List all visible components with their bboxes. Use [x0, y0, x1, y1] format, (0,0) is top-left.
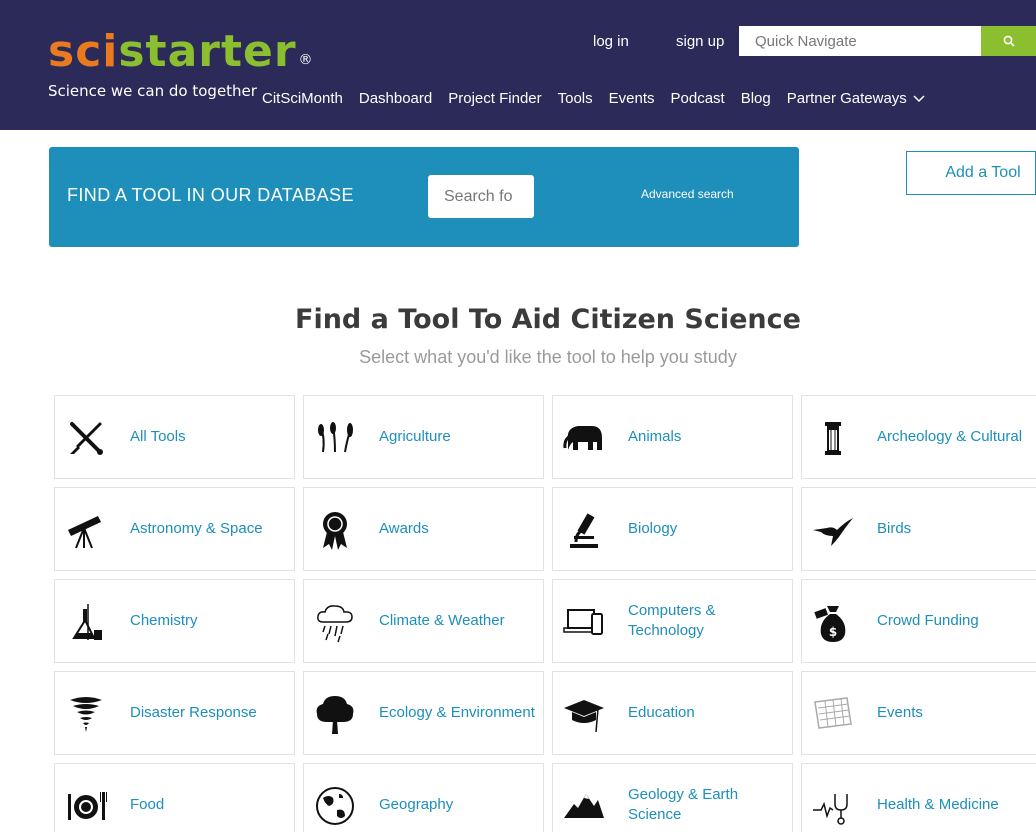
microscope-icon [560, 506, 608, 554]
category-card-geology-earth-science[interactable]: Geology & Earth Science [552, 763, 793, 832]
category-card-biology[interactable]: Biology [552, 487, 793, 571]
category-card-events[interactable]: Events [801, 671, 1036, 755]
svg-text:$: $ [829, 625, 837, 639]
category-label: Birds [877, 520, 912, 537]
category-card-chemistry[interactable]: Chemistry [54, 579, 295, 663]
quick-navigate-search-button[interactable] [981, 26, 1036, 56]
column-icon [809, 414, 857, 462]
category-card-archeology-cultural[interactable]: Archeology & Cultural [801, 395, 1036, 479]
category-card-birds[interactable]: Birds [801, 487, 1036, 571]
category-card-ecology-environment[interactable]: Ecology & Environment [303, 671, 544, 755]
category-card-computers-technology[interactable]: Computers & Technology [552, 579, 793, 663]
nav-blog[interactable]: Blog [741, 90, 771, 107]
page-subtitle: Select what you'd like the tool to help … [359, 347, 737, 367]
tree-icon [311, 690, 359, 738]
scistarter-logo[interactable]: scistarter ® [48, 28, 314, 76]
globe-icon [311, 782, 359, 830]
advanced-search-link[interactable]: Advanced search [641, 187, 734, 201]
category-label: Ecology & Environment [379, 704, 535, 721]
nav-dashboard[interactable]: Dashboard [359, 90, 432, 107]
logo-registered-mark: ® [298, 52, 314, 68]
nav-events[interactable]: Events [609, 90, 655, 107]
category-label: Climate & Weather [379, 612, 505, 629]
nav-podcast[interactable]: Podcast [671, 90, 725, 107]
category-card-all-tools[interactable]: All Tools [54, 395, 295, 479]
award-ribbon-icon [311, 506, 359, 554]
chevron-down-icon [913, 90, 925, 107]
logo-tagline: Science we can do together [48, 82, 257, 100]
category-label: Geology & Earth Science [628, 786, 739, 823]
category-card-animals[interactable]: Animals [552, 395, 793, 479]
nav-partner-gateways-label: Partner Gateways [786, 90, 907, 107]
category-label: Food [130, 796, 165, 813]
category-label: Chemistry [130, 612, 198, 629]
category-label: Agriculture [379, 428, 451, 445]
category-card-astronomy-space[interactable]: Astronomy & Space [54, 487, 295, 571]
nav-project-finder[interactable]: Project Finder [448, 90, 541, 107]
category-label: Crowd Funding [877, 612, 979, 629]
login-link[interactable]: log in [593, 33, 629, 50]
category-card-agriculture[interactable]: Agriculture [303, 395, 544, 479]
mountains-icon [560, 782, 608, 830]
tools-icon [62, 414, 110, 462]
category-card-food[interactable]: Food [54, 763, 295, 832]
flask-icon [62, 598, 110, 646]
graduation-cap-icon [560, 690, 608, 738]
category-label: Health & Medicine [877, 796, 999, 813]
category-label: Awards [379, 520, 429, 537]
category-card-climate-weather[interactable]: Climate & Weather [303, 579, 544, 663]
category-card-education[interactable]: Education [552, 671, 793, 755]
wheat-icon [311, 414, 359, 462]
main-navigation: CitSciMonth Dashboard Project Finder Too… [262, 90, 925, 107]
category-label: Education [628, 704, 695, 721]
telescope-icon [62, 506, 110, 554]
tool-search-input[interactable] [428, 175, 534, 218]
category-label: Events [877, 704, 923, 721]
category-label: All Tools [130, 428, 186, 445]
category-label: Computers & Technology [628, 602, 716, 639]
nav-partner-gateways[interactable]: Partner Gateways [787, 90, 925, 107]
calendar-icon [809, 690, 857, 738]
category-label: Archeology & Cultural [877, 428, 1023, 445]
category-label: Geography [379, 796, 454, 813]
hummingbird-icon [809, 506, 857, 554]
category-card-crowd-funding[interactable]: $ Crowd Funding [801, 579, 1036, 663]
tornado-icon [62, 690, 110, 738]
category-card-geography[interactable]: Geography [303, 763, 544, 832]
quick-navigate-input[interactable] [739, 26, 981, 56]
elephant-icon [560, 414, 608, 462]
category-card-health-medicine[interactable]: Health & Medicine [801, 763, 1036, 832]
category-card-disaster-response[interactable]: Disaster Response [54, 671, 295, 755]
page-title: Find a Tool To Aid Citizen Science [295, 304, 801, 335]
signup-link[interactable]: sign up [676, 33, 724, 50]
banner-title: FIND A TOOL IN OUR DATABASE [67, 185, 354, 205]
category-label: Animals [628, 428, 682, 445]
nav-citscimonth[interactable]: CitSciMonth [262, 90, 343, 107]
tool-search-banner: FIND A TOOL IN OUR DATABASE Advanced sea… [49, 147, 799, 247]
rain-cloud-icon [311, 598, 359, 646]
stethoscope-icon [809, 782, 857, 830]
devices-icon [560, 598, 608, 646]
category-label: Biology [628, 520, 678, 537]
category-label: Astronomy & Space [130, 520, 263, 537]
money-bag-icon: $ [809, 598, 857, 646]
category-label: Disaster Response [130, 704, 257, 721]
logo-sci: sci [48, 26, 119, 77]
category-card-awards[interactable]: Awards [303, 487, 544, 571]
plate-cutlery-icon [62, 782, 110, 830]
add-tool-button[interactable]: Add a Tool [906, 151, 1036, 195]
search-icon [1003, 35, 1015, 47]
site-header: scistarter ® Science we can do together l… [0, 0, 1036, 130]
nav-tools[interactable]: Tools [558, 90, 593, 107]
logo-starter: starter [118, 26, 297, 77]
